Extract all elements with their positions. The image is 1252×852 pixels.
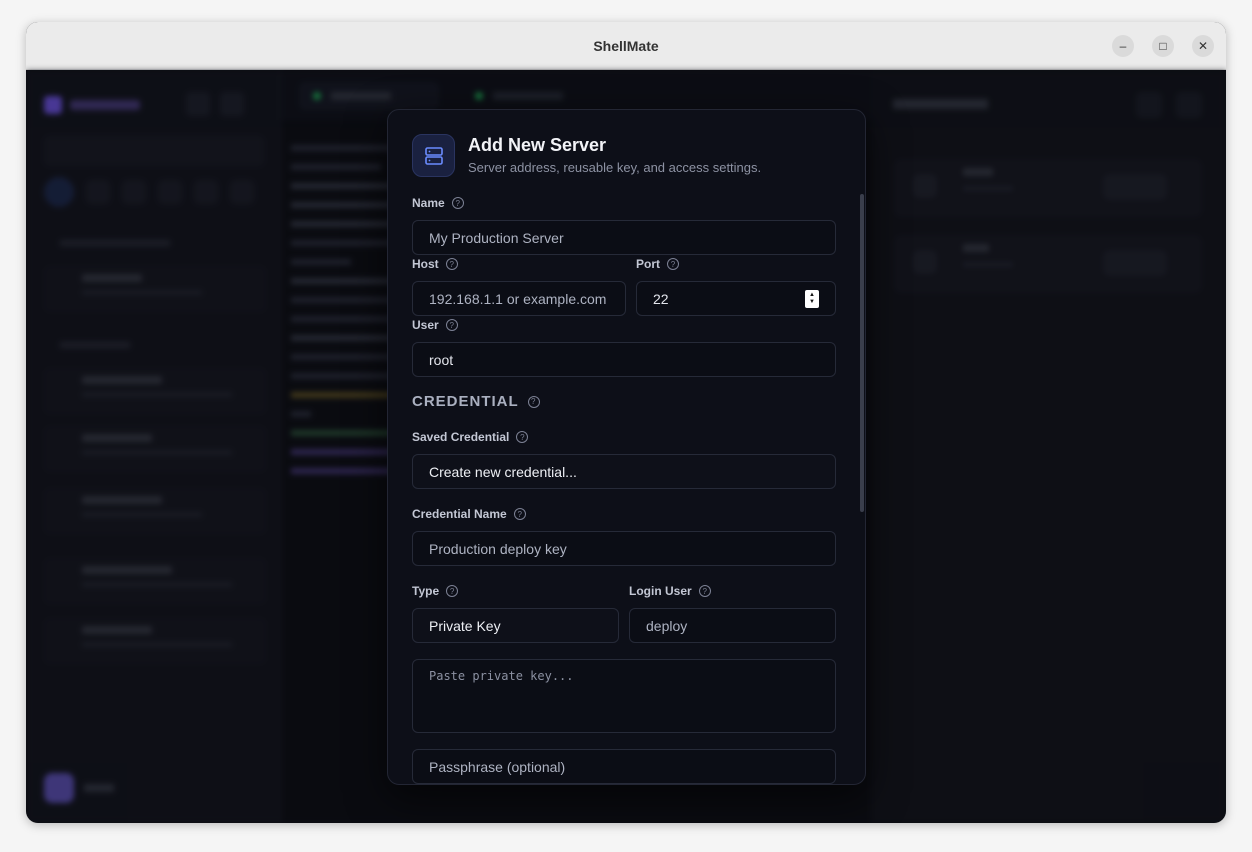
avatar [44, 773, 74, 803]
credential-name-input[interactable]: Production deploy key [412, 531, 836, 566]
user-value: root [429, 351, 454, 368]
help-icon[interactable]: ? [445, 258, 458, 270]
saved-credential-select[interactable]: Create new credential... [412, 454, 836, 489]
list-item [44, 426, 266, 472]
port-value: 22 [653, 290, 669, 307]
sidebar [26, 70, 281, 823]
server-icon [412, 134, 455, 177]
type-label: Type? [412, 584, 459, 598]
credential-section-title: CREDENTIAL? [412, 393, 540, 410]
help-icon[interactable]: ? [527, 395, 540, 408]
dialog-subtitle: Server address, reusable key, and access… [468, 160, 762, 175]
name-label: Name? [412, 196, 464, 210]
sidebar-user [44, 773, 114, 803]
list-item [44, 558, 266, 604]
login-user-input[interactable]: deploy [629, 608, 836, 643]
close-icon: ✕ [1197, 39, 1209, 53]
sidebar-brand [44, 96, 140, 114]
app-window: ShellMate – □ ✕ Add New Server Server ad… [26, 22, 1226, 823]
host-label: Host? [412, 257, 458, 271]
workspaces-title-blurred [893, 96, 988, 113]
login-user-placeholder: deploy [646, 617, 688, 634]
credential-name-placeholder: Production deploy key [429, 540, 567, 557]
help-icon[interactable]: ? [667, 258, 679, 270]
list-item [44, 618, 266, 664]
saved-credential-value: Create new credential... [429, 463, 577, 480]
port-stepper[interactable]: ▲ ▼ [805, 290, 819, 308]
credential-type-select[interactable]: Private Key [412, 608, 619, 643]
host-input[interactable]: 192.168.1.1 or example.com [412, 281, 626, 316]
terminal-tab [299, 82, 439, 110]
dialog-scrollbar[interactable] [860, 194, 864, 512]
sidebar-section-header [60, 240, 170, 246]
workspaces-tools [1136, 92, 1202, 118]
desktop: ShellMate – □ ✕ Add New Server Server ad… [0, 0, 1252, 852]
help-icon[interactable]: ? [451, 197, 464, 209]
help-icon[interactable]: ? [516, 431, 529, 443]
stepper-down-icon: ▼ [809, 299, 815, 305]
credential-type-value: Private Key [429, 617, 501, 634]
terminal-tab [461, 82, 591, 110]
workspaces-panel [871, 70, 1226, 823]
app-logo-icon [44, 96, 62, 114]
sidebar-filter-icons [44, 177, 254, 207]
sidebar-section-header [60, 342, 130, 348]
private-key-placeholder: Paste private key... [429, 669, 574, 683]
add-server-dialog: Add New Server Server address, reusable … [387, 109, 866, 785]
minimize-button[interactable]: – [1112, 35, 1134, 57]
window-title: ShellMate [593, 37, 659, 54]
port-label: Port? [636, 257, 679, 271]
list-item [44, 488, 266, 534]
help-icon[interactable]: ? [446, 585, 459, 597]
private-key-textarea[interactable]: Paste private key... [412, 659, 836, 733]
title-bar: ShellMate – □ ✕ [26, 22, 1226, 70]
name-input-placeholder: My Production Server [429, 229, 564, 246]
stepper-up-icon: ▲ [809, 292, 815, 298]
brand-text-blurred [70, 100, 140, 110]
maximize-icon: □ [1159, 39, 1167, 53]
port-input[interactable]: 22 ▲ ▼ [636, 281, 836, 316]
sidebar-tool-icon [186, 92, 210, 116]
user-label: User? [412, 318, 458, 332]
user-input[interactable]: root [412, 342, 836, 377]
help-icon[interactable]: ? [445, 319, 458, 331]
help-icon[interactable]: ? [513, 508, 526, 520]
passphrase-input[interactable]: Passphrase (optional) [412, 749, 836, 784]
close-button[interactable]: ✕ [1192, 35, 1214, 57]
dialog-title: Add New Server [468, 135, 607, 155]
passphrase-placeholder: Passphrase (optional) [429, 758, 566, 775]
name-input[interactable]: My Production Server [412, 220, 836, 255]
list-item [44, 266, 266, 312]
app-body: Add New Server Server address, reusable … [26, 70, 1226, 823]
list-item [44, 368, 266, 414]
sidebar-tools [186, 92, 244, 116]
maximize-button[interactable]: □ [1152, 35, 1174, 57]
workspace-card [893, 234, 1203, 294]
sidebar-search-blurred [44, 136, 264, 166]
host-input-placeholder: 192.168.1.1 or example.com [429, 290, 607, 307]
saved-credential-label: Saved Credential? [412, 430, 529, 444]
help-icon[interactable]: ? [698, 585, 711, 597]
login-user-label: Login User? [629, 584, 711, 598]
sidebar-tool-icon [220, 92, 244, 116]
workspace-card [893, 158, 1203, 218]
credential-name-label: Credential Name? [412, 507, 526, 521]
minimize-icon: – [1119, 39, 1127, 53]
